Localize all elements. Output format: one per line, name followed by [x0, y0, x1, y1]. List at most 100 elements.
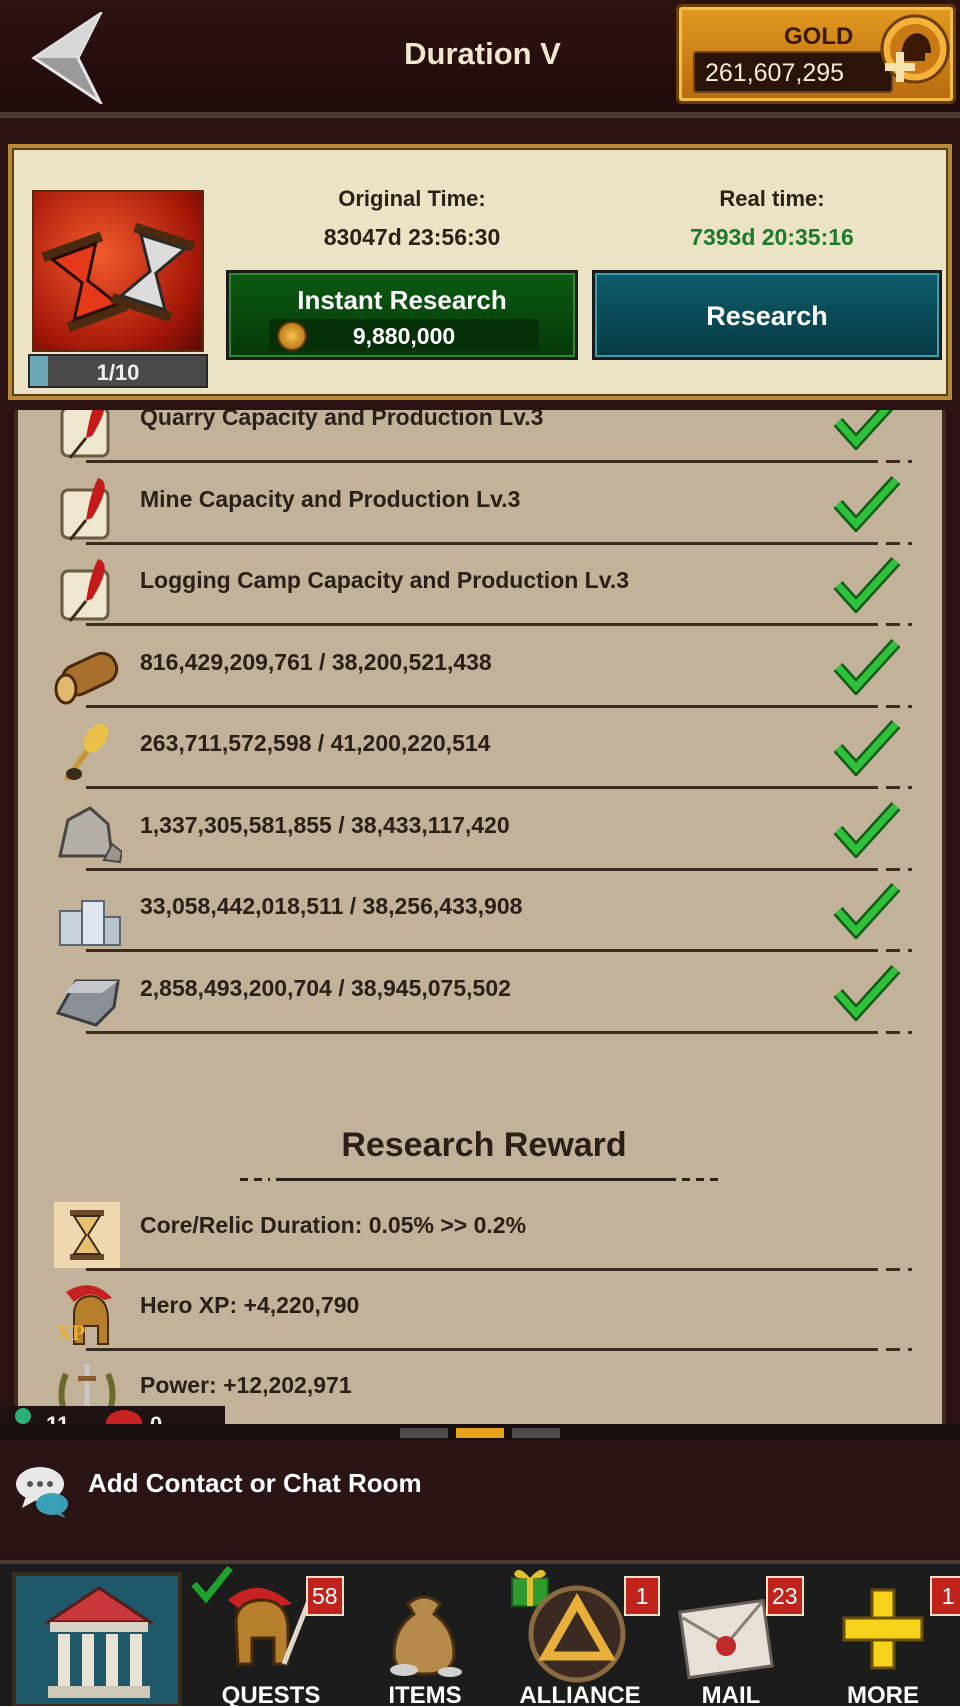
- row-divider: [86, 1268, 876, 1271]
- nav-items-label: ITEMS: [388, 1682, 462, 1706]
- reward-row: Core/Relic Duration: 0.05% >> 0.2%: [52, 1194, 922, 1274]
- instant-cost: 9,880,000: [352, 323, 456, 349]
- back-arrow-icon: [31, 9, 104, 107]
- row-divider-dash: [842, 704, 912, 708]
- mail-badge: 23: [766, 1576, 804, 1616]
- requirement-row: 2,858,493,200,704 / 38,945,075,502: [52, 957, 922, 1037]
- page-indicator: [400, 1428, 560, 1438]
- scroll-quill-icon: [60, 410, 110, 459]
- more-badge: 1: [930, 1576, 960, 1616]
- alliance-emblem-icon: [528, 1585, 626, 1683]
- research-card: 1/10 Original Time: 83047d 23:56:30 Real…: [8, 144, 952, 400]
- nav-city-button[interactable]: [8, 1564, 184, 1706]
- reward-heading: Research Reward: [341, 1126, 627, 1164]
- wheat-icon: [63, 723, 109, 782]
- stone-icon: [58, 805, 122, 863]
- requirement-row: Mine Capacity and Production Lv.3: [52, 468, 922, 548]
- reward-row: XP Hero XP: +4,220,790: [52, 1274, 922, 1354]
- check-icon: [833, 719, 901, 776]
- silver-coins-icon: [59, 900, 121, 946]
- reward-divider-dash: [240, 1178, 270, 1181]
- row-divider-dash: [842, 949, 912, 952]
- reward-divider: [276, 1178, 676, 1181]
- header: Duration V GOLD 261,607,295: [0, 0, 960, 118]
- spartan-gold-coin-icon: [880, 14, 950, 84]
- requirement-text: Logging Camp Capacity and Production Lv.…: [140, 567, 629, 593]
- gold-value-box: 261,607,295: [693, 51, 893, 93]
- nav-more-label: MORE: [847, 1682, 919, 1706]
- row-divider: [86, 949, 876, 952]
- requirements-panel[interactable]: Quarry Capacity and Production Lv.3 Mine …: [14, 410, 946, 1424]
- original-time-label: Original Time:: [338, 186, 486, 211]
- back-button[interactable]: [30, 9, 120, 107]
- row-divider: [86, 867, 876, 871]
- mail-envelope-icon: [678, 1598, 774, 1680]
- row-divider: [86, 1348, 876, 1351]
- reward-divider-dash: [682, 1178, 722, 1181]
- gold-value: 261,607,295: [705, 59, 845, 87]
- requirement-text: Quarry Capacity and Production Lv.3: [140, 410, 544, 430]
- row-divider: [86, 704, 876, 708]
- research-level-bar: 1/10: [28, 354, 208, 388]
- scroll-quill-icon: [60, 477, 110, 541]
- requirement-row: Quarry Capacity and Production Lv.3: [52, 410, 922, 466]
- row-divider: [86, 1030, 876, 1034]
- row-divider: [86, 460, 876, 463]
- quests-helmet-icon: [228, 1587, 317, 1666]
- requirement-text: 2,858,493,200,704 / 38,945,075,502: [140, 974, 511, 1001]
- row-divider-dash: [842, 623, 912, 626]
- research-level-text: 1/10: [96, 360, 140, 385]
- check-icon: [833, 638, 901, 695]
- reward-text: Power: +12,202,971: [140, 1372, 352, 1398]
- original-time-value: 83047d 23:56:30: [323, 224, 501, 250]
- nav-alliance-label: ALLIANCE: [519, 1682, 641, 1706]
- row-divider: [86, 786, 876, 789]
- row-divider-dash: [842, 786, 912, 789]
- requirement-text: 816,429,209,761 / 38,200,521,438: [140, 648, 492, 675]
- row-divider-dash: [842, 460, 912, 463]
- nav-items-button[interactable]: ITEMS: [350, 1564, 500, 1706]
- row-divider-dash: [842, 1268, 912, 1271]
- alliance-badge: 1: [624, 1576, 660, 1616]
- hourglass-icon: [54, 1202, 120, 1268]
- duration-hourglasses-icon: [32, 190, 204, 352]
- row-divider-dash: [842, 867, 912, 871]
- page-dot-active: [456, 1428, 504, 1438]
- page-title: Duration V: [404, 36, 561, 71]
- research-button[interactable]: Research: [592, 270, 942, 360]
- svg-text:XP: XP: [56, 1320, 85, 1345]
- page-dot: [512, 1428, 560, 1438]
- instant-cost-bar: 9,880,000: [269, 319, 539, 351]
- check-icon: [833, 556, 901, 613]
- scroll-quill-icon: [60, 559, 110, 622]
- requirement-text: 263,711,572,598 / 41,200,220,514: [140, 730, 491, 756]
- chat-label: Add Contact or Chat Room: [88, 1468, 422, 1498]
- real-time-value: 7393d 20:35:16: [690, 224, 854, 250]
- requirement-row: 1,337,305,581,855 / 38,433,117,420: [52, 794, 922, 874]
- nav-mail-button[interactable]: 23 MAIL: [664, 1564, 804, 1706]
- iron-ingot-icon: [55, 979, 120, 1027]
- quests-badge: 58: [306, 1576, 344, 1616]
- requirement-row: 263,711,572,598 / 41,200,220,514: [52, 712, 922, 792]
- items-bag-icon: [390, 1595, 462, 1677]
- nav-alliance-button[interactable]: 1 ALLIANCE: [502, 1564, 660, 1706]
- more-plus-icon: [842, 1588, 924, 1670]
- check-icon: [833, 475, 901, 532]
- row-divider: [86, 623, 876, 626]
- row-divider-dash: [842, 1348, 912, 1351]
- nav-quests-label: QUESTS: [221, 1682, 321, 1706]
- instant-research-button[interactable]: Instant Research 9,880,000: [226, 270, 578, 360]
- research-button-label: Research: [706, 301, 828, 331]
- nav-more-button[interactable]: 1 MORE: [808, 1564, 960, 1706]
- nav-mail-label: MAIL: [701, 1682, 761, 1706]
- check-icon: [833, 410, 894, 450]
- nav-quests-button[interactable]: 58 QUESTS: [191, 1564, 346, 1706]
- chat-bar[interactable]: Add Contact or Chat Room: [0, 1440, 960, 1556]
- page-dot: [400, 1428, 448, 1438]
- bottom-nav: 58 QUESTS ITEMS 1 ALLIANCE 23 MAIL 1 MOR…: [0, 1560, 960, 1706]
- requirement-row: Logging Camp Capacity and Production Lv.…: [52, 549, 922, 629]
- reward-text: Hero XP: +4,220,790: [140, 1292, 360, 1318]
- gold-display[interactable]: GOLD 261,607,295: [676, 4, 956, 104]
- city-building-icon: [44, 1586, 154, 1698]
- check-icon: [833, 801, 901, 858]
